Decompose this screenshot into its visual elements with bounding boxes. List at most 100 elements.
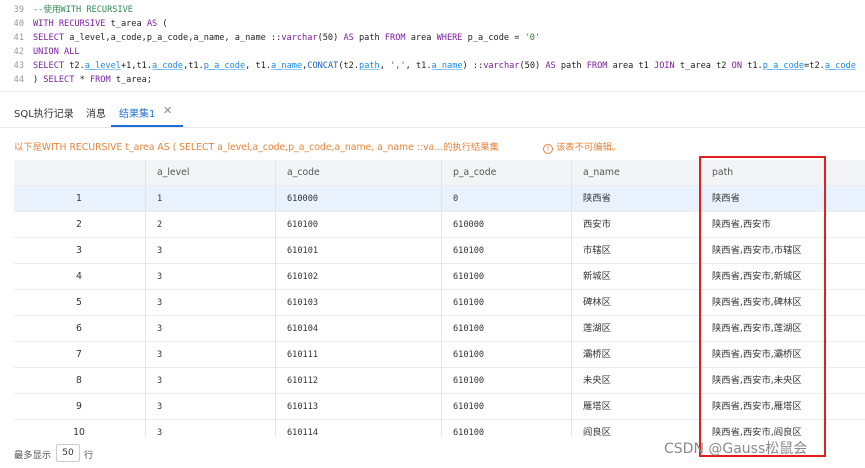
table-row[interactable]: 1 1 610000 0 陕西省 陕西省: [14, 186, 865, 212]
line-number: 39: [13, 5, 24, 15]
cell-a-code: 610000: [287, 194, 319, 204]
cell-row-index: 5: [76, 297, 82, 308]
cell-a-name: 新城区: [583, 271, 611, 282]
table-row[interactable]: 9 3 610113 610100 雁塔区 陕西省,西安市,雁塔区: [14, 394, 865, 420]
cell-p-a-code: 610100: [453, 246, 485, 256]
column-divider: [441, 212, 442, 238]
code-token: path: [560, 61, 587, 71]
table-header[interactable]: a_level a_code p_a_code a_name path: [14, 160, 865, 186]
column-divider: [441, 238, 442, 264]
cell-path: 陕西省,西安市,碑林区: [712, 297, 802, 308]
column-divider: [275, 394, 276, 420]
cell-a-level: 3: [157, 376, 163, 386]
cell-a-level: 3: [157, 402, 163, 412]
cell-row-index: 1: [76, 193, 82, 204]
code-token: a_name: [431, 61, 463, 71]
header-p-a-code[interactable]: p_a_code: [453, 160, 496, 186]
warning-icon: !: [543, 144, 553, 154]
code-line[interactable]: 43 SELECT t2.a_level+1,t1.a_code,t1.p_a_c…: [0, 59, 856, 73]
cell-path: 陕西省: [712, 193, 740, 204]
sql-editor[interactable]: 39 --使用WITH RECURSIVE 40 WITH RECURSIVE t_a…: [0, 0, 865, 92]
cell-path: 陕西省,西安市,雁塔区: [712, 401, 802, 412]
cell-row-index: 9: [76, 401, 82, 412]
line-number: 43: [13, 61, 24, 71]
cell-row-index: 10: [73, 427, 85, 436]
close-tab-icon[interactable]: ✕: [163, 104, 172, 117]
column-divider: [441, 160, 442, 186]
line-number: 40: [13, 19, 24, 29]
table-row[interactable]: 7 3 610111 610100 灞桥区 陕西省,西安市,灞桥区: [14, 342, 865, 368]
cell-a-code: 610100: [287, 220, 319, 230]
cell-path: 陕西省,西安市,市辖区: [712, 245, 802, 256]
header-path[interactable]: path: [712, 160, 733, 186]
code-line[interactable]: 39 --使用WITH RECURSIVE: [0, 3, 133, 17]
table-row[interactable]: 8 3 610112 610100 未央区 陕西省,西安市,未央区: [14, 368, 865, 394]
cell-p-a-code: 610100: [453, 350, 485, 360]
tab-sql-history[interactable]: SQL执行记录: [14, 105, 74, 120]
column-divider: [571, 264, 572, 290]
code-line[interactable]: 42 UNION ALL: [0, 45, 80, 59]
cell-a-code: 610112: [287, 376, 319, 386]
readonly-text: 该表不可编辑。: [556, 142, 622, 153]
table-row[interactable]: 4 3 610102 610100 新城区 陕西省,西安市,新城区: [14, 264, 865, 290]
header-a-level[interactable]: a_level: [157, 160, 189, 186]
cell-path: 陕西省,西安市,灞桥区: [712, 349, 802, 360]
column-divider: [441, 316, 442, 342]
header-a-code[interactable]: a_code: [287, 160, 320, 186]
cell-row-index: 6: [76, 323, 82, 334]
code-token: t1.: [747, 61, 763, 71]
cell-path: 陕西省,西安市,未央区: [712, 375, 802, 386]
column-divider: [441, 420, 442, 436]
table-row[interactable]: 6 3 610104 610100 莲湖区 陕西省,西安市,莲湖区: [14, 316, 865, 342]
cell-a-code: 610111: [287, 350, 319, 360]
cell-path: 陕西省,西安市,莲湖区: [712, 323, 802, 334]
code-token: , t1.: [405, 61, 432, 71]
max-rows-input[interactable]: 50: [56, 444, 80, 462]
column-divider: [145, 212, 146, 238]
column-divider: [700, 264, 701, 290]
cell-p-a-code: 610000: [453, 220, 485, 230]
column-divider: [700, 160, 701, 186]
table-row[interactable]: 2 2 610100 610000 西安市 陕西省,西安市: [14, 212, 865, 238]
code-line[interactable]: 40 WITH RECURSIVE t_area AS (: [0, 17, 168, 31]
column-divider: [571, 212, 572, 238]
code-line[interactable]: 41 SELECT a_level,a_code,p_a_code,a_name,…: [0, 31, 540, 45]
code-token: WITH RECURSIVE: [33, 19, 111, 29]
tab-messages[interactable]: 消息: [86, 105, 106, 120]
code-token: a_level,a_code,p_a_code,a_name, a_name :…: [69, 33, 282, 43]
column-divider: [275, 420, 276, 436]
column-divider: [700, 316, 701, 342]
column-divider: [571, 316, 572, 342]
column-divider: [145, 160, 146, 186]
cell-a-code: 610114: [287, 428, 319, 436]
code-line[interactable]: 44) SELECT * FROM t_area;: [0, 73, 152, 87]
header-a-name[interactable]: a_name: [583, 160, 620, 186]
cell-a-name: 陕西省: [583, 193, 611, 204]
code-token: varchar: [281, 33, 318, 43]
cell-a-code: 610101: [287, 246, 319, 256]
table-row[interactable]: 10 3 610114 610100 阎良区 陕西省,西安市,阎良区: [14, 420, 865, 436]
column-divider: [700, 368, 701, 394]
cell-path: 陕西省,西安市,阎良区: [712, 427, 802, 436]
header-row-index[interactable]: [14, 160, 144, 186]
column-divider: [441, 342, 442, 368]
cell-p-a-code: 610100: [453, 402, 485, 412]
cell-a-name: 莲湖区: [583, 323, 611, 334]
line-number: 42: [13, 47, 24, 57]
code-token: , t1.: [245, 61, 272, 71]
code-token: SELECT: [33, 33, 70, 43]
column-divider: [275, 212, 276, 238]
table-row[interactable]: 3 3 610101 610100 市辖区 陕西省,西安市,市辖区: [14, 238, 865, 264]
column-divider: [275, 342, 276, 368]
cell-a-name: 西安市: [583, 219, 611, 230]
cell-a-code: 610113: [287, 402, 319, 412]
max-rows-label: 最多显示: [14, 450, 52, 461]
column-divider: [275, 264, 276, 290]
table-row[interactable]: 5 3 610103 610100 碑林区 陕西省,西安市,碑林区: [14, 290, 865, 316]
code-token: ,t1.: [183, 61, 204, 71]
code-token: JOIN: [654, 61, 680, 71]
result-grid[interactable]: a_level a_code p_a_code a_name path 1 1 610000 0…: [14, 160, 865, 436]
code-token: UNION ALL: [33, 47, 80, 57]
code-token: ): [33, 75, 44, 85]
tab-result-set[interactable]: 结果集1: [119, 105, 155, 120]
